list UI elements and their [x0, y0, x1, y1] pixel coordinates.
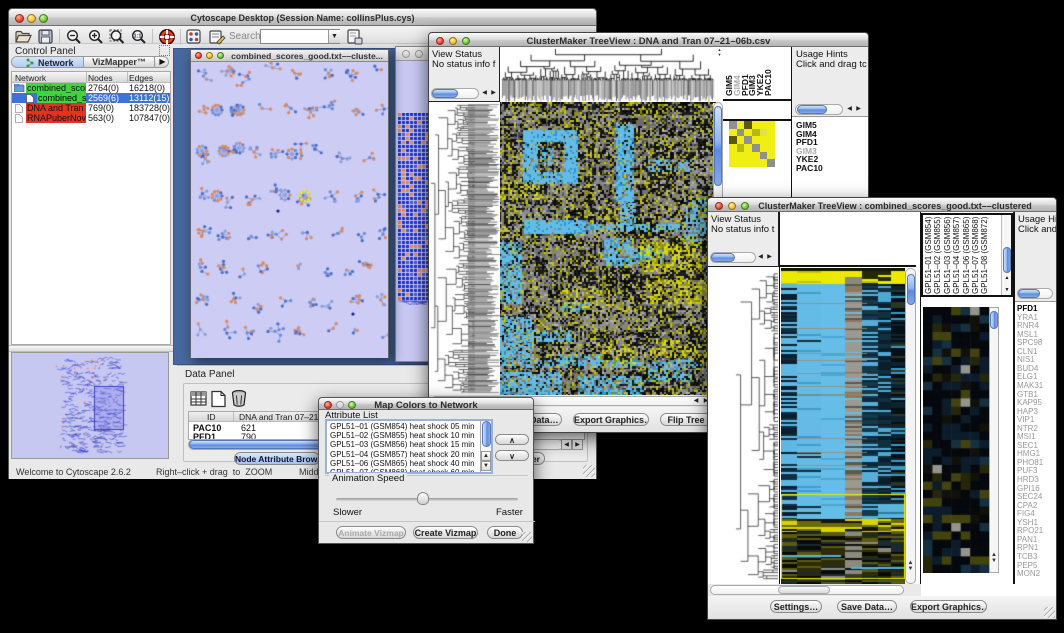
- svg-text:1:1: 1:1: [134, 34, 142, 40]
